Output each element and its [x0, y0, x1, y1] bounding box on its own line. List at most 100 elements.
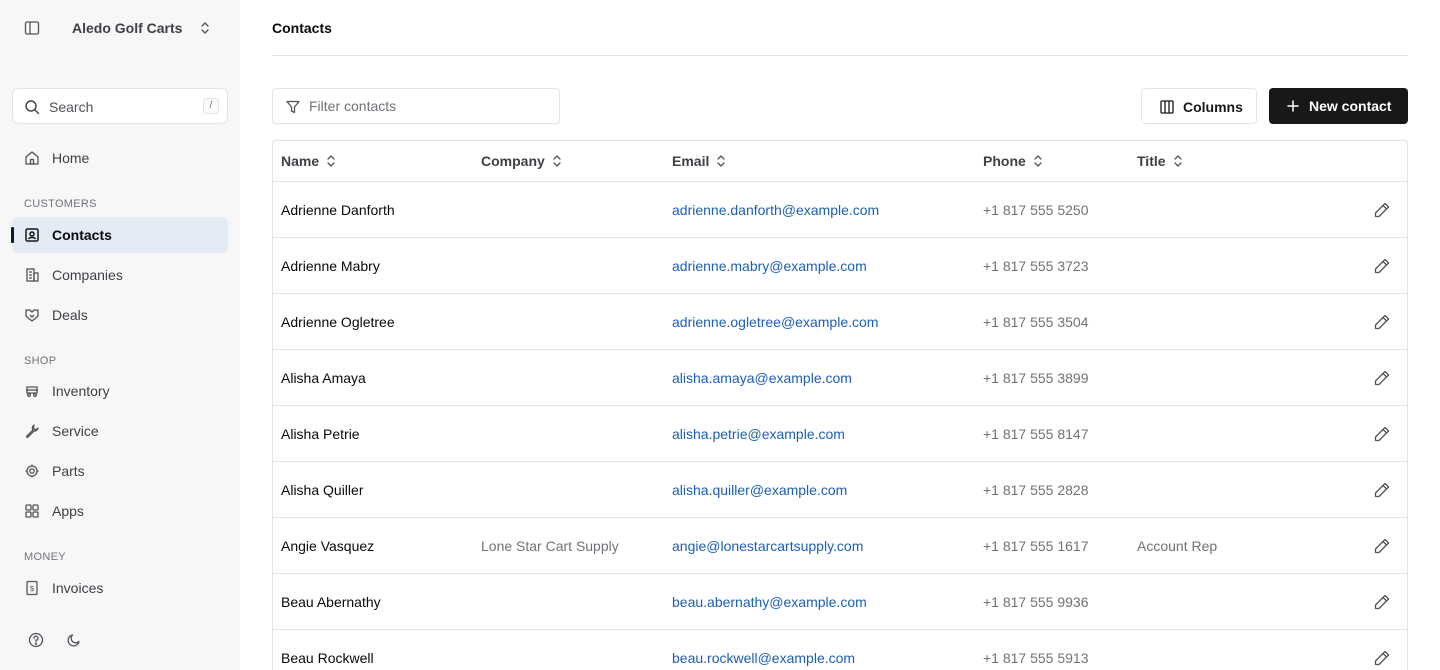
contact-email-link[interactable]: adrienne.ogletree@example.com: [672, 314, 878, 330]
plus-icon: [1287, 100, 1299, 112]
contact-email-link[interactable]: adrienne.mabry@example.com: [672, 258, 867, 274]
table-row[interactable]: Adrienne Ogletree adrienne.ogletree@exam…: [273, 294, 1407, 350]
sidebar-item-apps[interactable]: Apps: [12, 493, 228, 529]
pencil-icon[interactable]: [1373, 201, 1391, 219]
contact-email-link[interactable]: alisha.petrie@example.com: [672, 426, 845, 442]
sidebar-search[interactable]: Search /: [12, 88, 228, 124]
contact-name[interactable]: Alisha Petrie: [281, 426, 360, 442]
sort-icon: [553, 155, 561, 167]
contact-phone: +1 817 555 5250: [983, 202, 1089, 218]
table-row[interactable]: Adrienne Mabry adrienne.mabry@example.co…: [273, 238, 1407, 294]
columns-icon: [1160, 100, 1174, 114]
home-icon: [25, 151, 39, 165]
contact-name[interactable]: Alisha Quiller: [281, 482, 363, 498]
contact-name[interactable]: Adrienne Danforth: [281, 202, 395, 218]
sidebar-item-label: Parts: [52, 463, 85, 479]
contact-email-link[interactable]: alisha.quiller@example.com: [672, 482, 847, 498]
pencil-icon[interactable]: [1373, 369, 1391, 387]
contact-phone: +1 817 555 3504: [983, 314, 1089, 330]
column-header-label: Name: [281, 153, 320, 169]
sidebar-item-home[interactable]: Home: [12, 140, 228, 176]
contact-name[interactable]: Adrienne Ogletree: [281, 314, 395, 330]
pencil-icon[interactable]: [1373, 593, 1391, 611]
contact-email-link[interactable]: beau.rockwell@example.com: [672, 650, 855, 666]
columns-button-label: Columns: [1183, 99, 1243, 115]
chevron-up-down-icon: [201, 22, 209, 34]
pencil-icon[interactable]: [1373, 257, 1391, 275]
sidebar-item-service[interactable]: Service: [12, 413, 228, 449]
sidebar-item-label: Deals: [52, 307, 88, 323]
table-row[interactable]: Beau Abernathy beau.abernathy@example.co…: [273, 574, 1407, 630]
pencil-icon[interactable]: [1373, 481, 1391, 499]
column-header-email[interactable]: Email: [672, 153, 727, 169]
filter-input[interactable]: [309, 97, 549, 115]
pencil-icon[interactable]: [1373, 649, 1391, 667]
sidebar-item-label: Companies: [52, 267, 123, 283]
contact-name[interactable]: Beau Rockwell: [281, 650, 374, 666]
sidebar-item-label: Service: [52, 423, 99, 439]
contact-company: Lone Star Cart Supply: [481, 538, 619, 554]
table-row[interactable]: Alisha Amaya alisha.amaya@example.com +1…: [273, 350, 1407, 406]
sort-icon: [717, 155, 726, 167]
help-icon[interactable]: [28, 632, 44, 648]
sidebar-item-parts[interactable]: Parts: [12, 453, 228, 489]
sidebar-item-contacts[interactable]: Contacts: [11, 217, 228, 253]
contact-name[interactable]: Alisha Amaya: [281, 370, 366, 386]
contact-name[interactable]: Adrienne Mabry: [281, 258, 380, 274]
table-row[interactable]: Angie Vasquez Lone Star Cart Supply angi…: [273, 518, 1407, 574]
contact-phone: +1 817 555 8147: [983, 426, 1089, 442]
contact-phone: +1 817 555 1617: [983, 538, 1089, 554]
filter-icon: [286, 100, 300, 114]
sidebar-item-label: Invoices: [52, 580, 104, 596]
column-header-company[interactable]: Company: [481, 153, 563, 169]
contact-email-link[interactable]: adrienne.danforth@example.com: [672, 202, 879, 218]
new-contact-button[interactable]: New contact: [1269, 88, 1408, 124]
sidebar-item-invoices[interactable]: $ Invoices: [12, 570, 228, 606]
pencil-icon[interactable]: [1373, 537, 1391, 555]
filter-field[interactable]: [272, 88, 560, 124]
org-switcher[interactable]: Aledo Golf Carts: [12, 12, 228, 44]
contact-phone: +1 817 555 3899: [983, 370, 1089, 386]
columns-button[interactable]: Columns: [1141, 88, 1257, 124]
contact-email-link[interactable]: angie@lonestarcartsupply.com: [672, 538, 863, 554]
contact-card-icon: [25, 228, 39, 242]
pencil-icon[interactable]: [1373, 425, 1391, 443]
column-header-title[interactable]: Title: [1137, 153, 1184, 169]
pencil-icon[interactable]: [1373, 313, 1391, 331]
contact-email-link[interactable]: alisha.amaya@example.com: [672, 370, 852, 386]
page-title: Contacts: [272, 20, 332, 36]
sort-icon: [1034, 155, 1042, 167]
table-row[interactable]: Beau Rockwell beau.rockwell@example.com …: [273, 630, 1407, 670]
table-row[interactable]: Adrienne Danforth adrienne.danforth@exam…: [273, 182, 1407, 238]
table-row[interactable]: Alisha Petrie alisha.petrie@example.com …: [273, 406, 1407, 462]
new-contact-button-label: New contact: [1309, 98, 1392, 114]
search-shortcut-key: /: [203, 98, 219, 114]
wrench-icon: [25, 424, 39, 439]
contact-title: Account Rep: [1137, 538, 1218, 554]
contact-phone: +1 817 555 2828: [983, 482, 1089, 498]
gear-icon: [25, 464, 39, 478]
moon-icon[interactable]: [66, 632, 82, 648]
invoice-icon: $: [26, 580, 38, 596]
table-row[interactable]: Alisha Quiller alisha.quiller@example.co…: [273, 462, 1407, 518]
sidebar-item-deals[interactable]: Deals: [12, 297, 228, 333]
contact-name[interactable]: Beau Abernathy: [281, 594, 381, 610]
cart-icon: [26, 386, 38, 397]
section-label-shop: SHOP: [24, 355, 57, 367]
column-header-label: Title: [1137, 153, 1166, 169]
search-label: Search: [49, 99, 94, 115]
contact-email-link[interactable]: beau.abernathy@example.com: [672, 594, 867, 610]
column-header-phone[interactable]: Phone: [983, 153, 1044, 169]
contact-name[interactable]: Angie Vasquez: [281, 538, 374, 554]
handshake-icon: [25, 309, 39, 322]
contact-phone: +1 817 555 3723: [983, 258, 1089, 274]
sidebar-toggle-icon[interactable]: [24, 20, 40, 36]
section-label-customers: CUSTOMERS: [24, 198, 97, 210]
sidebar-item-inventory[interactable]: Inventory: [12, 373, 228, 409]
column-header-label: Company: [481, 153, 545, 169]
title-divider: [272, 55, 1408, 56]
column-header-name[interactable]: Name: [281, 153, 337, 169]
sort-icon: [327, 155, 335, 167]
sidebar-item-companies[interactable]: Companies: [12, 257, 228, 293]
sort-icon: [1173, 155, 1182, 167]
